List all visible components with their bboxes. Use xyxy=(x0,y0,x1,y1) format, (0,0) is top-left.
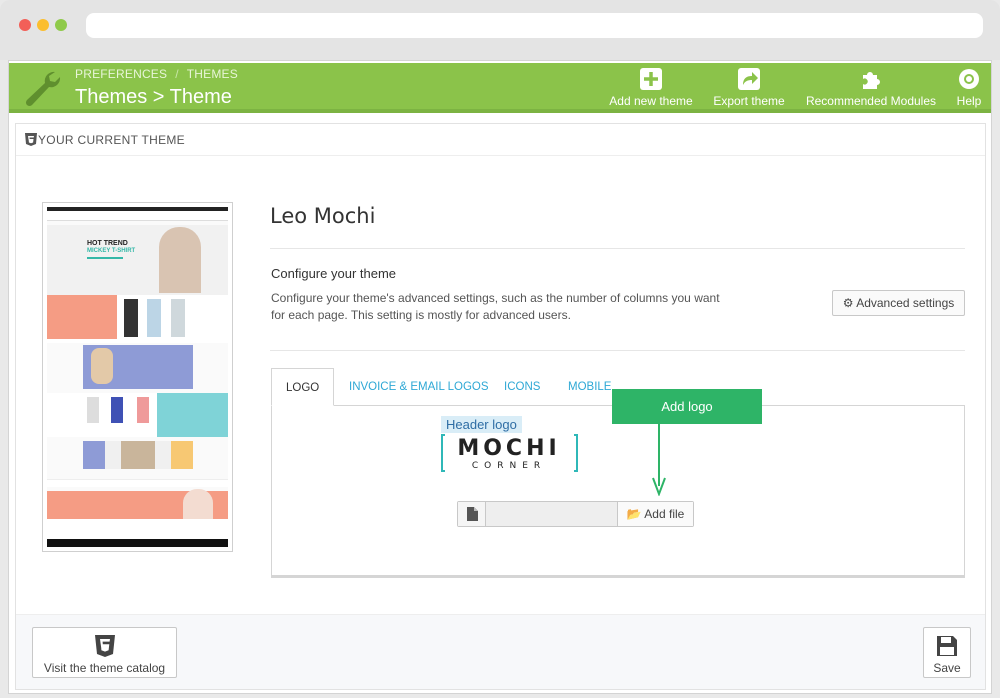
header-logo-label: Header logo xyxy=(441,416,522,433)
wrench-icon xyxy=(25,71,61,107)
page-header: PREFERENCES / THEMES Themes > Theme Add ne… xyxy=(9,63,991,113)
theme-name: Leo Mochi xyxy=(270,204,376,228)
panel-footer: Visit the theme catalog Save xyxy=(16,614,985,689)
current-theme-panel: YOUR CURRENT THEME HOT TREND MICKEY T-SH… xyxy=(15,123,986,690)
mochi-corner-logo: MOCHI CORNER xyxy=(441,434,578,472)
tab-logo[interactable]: LOGO xyxy=(271,368,335,406)
maximize-window-dot[interactable] xyxy=(55,19,67,31)
tab-icons[interactable]: ICONS xyxy=(504,368,540,406)
address-bar[interactable] xyxy=(86,13,983,38)
breadcrumb-preferences[interactable]: PREFERENCES xyxy=(75,67,167,81)
logo-file-upload: 📂 Add file xyxy=(457,501,694,527)
visit-theme-catalog-button[interactable]: Visit the theme catalog xyxy=(32,627,177,678)
add-new-theme-button[interactable]: Add new theme xyxy=(607,67,695,111)
html5-icon xyxy=(25,133,37,146)
folder-open-icon: 📂 xyxy=(626,507,642,521)
arrow-down-icon xyxy=(652,424,666,496)
add-logo-callout: Add logo xyxy=(612,389,762,424)
html5-icon xyxy=(94,635,115,657)
admin-page: PREFERENCES / THEMES Themes > Theme Add ne… xyxy=(8,60,992,694)
lifebuoy-icon xyxy=(959,69,979,89)
tab-invoice-email-logos[interactable]: INVOICE & EMAIL LOGOS xyxy=(349,368,489,406)
browser-chrome xyxy=(0,0,1000,60)
tab-content-logo xyxy=(271,405,965,578)
panel-heading: YOUR CURRENT THEME xyxy=(16,124,985,156)
floppy-disk-icon xyxy=(937,636,957,656)
help-button[interactable]: Help xyxy=(951,67,987,111)
theme-preview-image: HOT TREND MICKEY T-SHIRT xyxy=(47,207,228,547)
share-icon xyxy=(738,68,760,90)
theme-thumbnail: HOT TREND MICKEY T-SHIRT xyxy=(42,202,233,552)
export-theme-button[interactable]: Export theme xyxy=(709,67,789,111)
page-title: Themes > Theme xyxy=(75,86,232,108)
svg-text:CORNER: CORNER xyxy=(472,461,546,471)
file-icon xyxy=(458,502,486,526)
svg-text:MOCHI: MOCHI xyxy=(457,436,560,461)
recommended-modules-button[interactable]: Recommended Modules xyxy=(801,67,941,111)
puzzle-icon xyxy=(863,72,880,89)
minimize-window-dot[interactable] xyxy=(37,19,49,31)
close-window-dot[interactable] xyxy=(19,19,31,31)
breadcrumb: PREFERENCES / THEMES xyxy=(75,67,238,81)
breadcrumb-themes[interactable]: THEMES xyxy=(187,67,238,81)
divider xyxy=(270,350,965,351)
configure-title: Configure your theme xyxy=(271,266,397,281)
plus-square-icon xyxy=(640,68,662,90)
divider xyxy=(270,248,965,249)
add-file-button[interactable]: 📂 Add file xyxy=(617,502,693,526)
advanced-settings-button[interactable]: ⚙ Advanced settings xyxy=(832,290,965,316)
tab-mobile[interactable]: MOBILE xyxy=(568,368,611,406)
configure-description: Configure your theme's advanced settings… xyxy=(271,291,720,322)
file-name-input[interactable] xyxy=(486,502,617,526)
save-button[interactable]: Save xyxy=(923,627,971,678)
gear-icon: ⚙ xyxy=(842,296,854,310)
